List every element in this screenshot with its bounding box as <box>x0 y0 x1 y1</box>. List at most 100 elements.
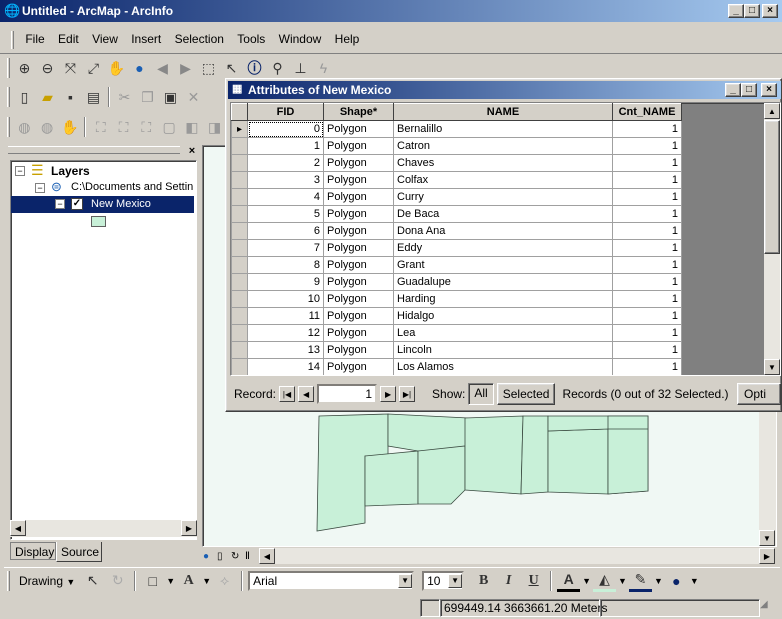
table-row[interactable]: 13 Polygon Lincoln 1 <box>231 341 682 359</box>
shape-cell[interactable]: Polygon <box>323 307 394 325</box>
cnt-name-cell[interactable]: 1 <box>612 171 682 189</box>
toolbar-grip[interactable] <box>7 58 10 78</box>
name-cell[interactable]: Los Alamos <box>393 358 613 375</box>
attributes-scroll-up-icon[interactable]: ▲ <box>764 103 780 119</box>
name-cell[interactable]: Eddy <box>393 239 613 257</box>
cnt-name-cell[interactable]: 1 <box>612 324 682 342</box>
name-cell[interactable]: Lincoln <box>393 341 613 359</box>
attributes-minimize-button[interactable]: _ <box>725 83 741 97</box>
zoom-out-icon[interactable]: ⊖ <box>36 57 59 79</box>
row-selector[interactable] <box>231 239 248 257</box>
font-name-dropdown-icon[interactable]: ▼ <box>398 573 413 588</box>
maximize-button[interactable]: □ <box>744 4 760 18</box>
fid-cell[interactable]: 12 <box>247 324 324 342</box>
map-horizontal-scrollbar[interactable] <box>275 548 759 564</box>
print-icon[interactable]: ▤ <box>82 86 105 108</box>
column-header-fid[interactable]: FID <box>247 103 324 121</box>
resize-grip-icon[interactable]: ◢ <box>760 599 774 617</box>
cnt-name-cell[interactable]: 1 <box>612 358 682 375</box>
column-header-name[interactable]: NAME <box>393 103 613 121</box>
cnt-name-cell[interactable]: 1 <box>612 273 682 291</box>
shape-cell[interactable]: Polygon <box>323 154 394 172</box>
row-selector[interactable] <box>231 307 248 325</box>
table-row[interactable]: 14 Polygon Los Alamos 1 <box>231 358 682 375</box>
row-selector[interactable] <box>231 273 248 291</box>
column-header-shape[interactable]: Shape* <box>323 103 394 121</box>
table-row[interactable]: 1 Polygon Catron 1 <box>231 137 682 155</box>
layer-collapse-icon[interactable]: − <box>55 199 65 209</box>
menu-tools[interactable]: Tools <box>232 30 270 48</box>
hyperlink-lightning-icon[interactable]: ϟ <box>312 57 335 79</box>
show-all-button[interactable]: All <box>468 383 494 405</box>
cnt-name-cell[interactable]: 1 <box>612 307 682 325</box>
italic-button[interactable]: I <box>497 570 520 592</box>
row-selector[interactable] <box>231 222 248 240</box>
select-features-icon[interactable]: ⬚ <box>197 57 220 79</box>
fid-cell[interactable]: 7 <box>247 239 324 257</box>
name-cell[interactable]: De Baca <box>393 205 613 223</box>
menu-edit[interactable]: Edit <box>53 30 84 48</box>
select-elements-icon[interactable]: ↖ <box>220 57 243 79</box>
toc-scroll-left-icon[interactable]: ◀ <box>10 520 26 536</box>
cnt-name-cell[interactable]: 1 <box>612 341 682 359</box>
underline-button[interactable]: U <box>522 570 545 592</box>
shape-cell[interactable]: Polygon <box>323 137 394 155</box>
pause-drawing-icon[interactable]: Ⅱ <box>245 551 259 562</box>
table-row[interactable]: 10 Polygon Harding 1 <box>231 290 682 308</box>
shape-cell[interactable]: Polygon <box>323 205 394 223</box>
menu-insert[interactable]: Insert <box>126 30 166 48</box>
record-number-input[interactable] <box>317 384 378 404</box>
column-header-cnt-name[interactable]: Cnt_NAME <box>612 103 682 121</box>
layout-tool-5-icon[interactable]: ◧ <box>180 116 203 138</box>
table-row[interactable]: 9 Polygon Guadalupe 1 <box>231 273 682 291</box>
cnt-name-cell[interactable]: 1 <box>612 188 682 206</box>
shape-cell[interactable]: Polygon <box>323 341 394 359</box>
fill-color-bucket-icon[interactable]: ◭ <box>593 570 617 592</box>
edit-vertices-icon[interactable]: ⟡ <box>213 570 236 592</box>
layer-name-label[interactable]: New Mexico <box>91 198 151 210</box>
name-cell[interactable]: Dona Ana <box>393 222 613 240</box>
paste-icon[interactable]: ▣ <box>159 86 182 108</box>
line-color-pen-icon[interactable]: ✎ <box>628 570 652 592</box>
attributes-vertical-scrollbar[interactable]: ▲ ▼ <box>764 103 780 375</box>
cnt-name-cell[interactable]: 1 <box>612 120 682 138</box>
row-selector[interactable] <box>231 290 248 308</box>
refresh-view-icon[interactable]: ↻ <box>231 551 245 562</box>
cnt-name-cell[interactable]: 1 <box>612 290 682 308</box>
rotate-icon[interactable]: ↻ <box>106 570 129 592</box>
name-cell[interactable]: Lea <box>393 324 613 342</box>
new-document-icon[interactable]: ▯ <box>13 86 36 108</box>
layers-collapse-icon[interactable]: − <box>15 166 25 176</box>
layers-root-label[interactable]: Layers <box>51 164 90 178</box>
tab-display[interactable]: Display <box>10 542 56 560</box>
table-row[interactable]: 7 Polygon Eddy 1 <box>231 239 682 257</box>
fid-cell[interactable]: 13 <box>247 341 324 359</box>
layout-tool-3-icon[interactable]: ⛶ <box>135 116 158 138</box>
name-cell[interactable]: Colfax <box>393 171 613 189</box>
attributes-close-button[interactable]: × <box>761 83 777 97</box>
zoom-in-icon[interactable]: ⊕ <box>13 57 36 79</box>
toc-grip-bar[interactable] <box>8 146 180 154</box>
cnt-name-cell[interactable]: 1 <box>612 137 682 155</box>
cnt-name-cell[interactable]: 1 <box>612 239 682 257</box>
row-selector[interactable] <box>231 154 248 172</box>
row-selector[interactable] <box>231 341 248 359</box>
row-selector[interactable] <box>231 324 248 342</box>
fid-cell[interactable]: 11 <box>247 307 324 325</box>
shape-cell[interactable]: Polygon <box>323 324 394 342</box>
table-row[interactable]: 12 Polygon Lea 1 <box>231 324 682 342</box>
fid-cell[interactable]: 14 <box>247 358 324 375</box>
tab-source[interactable]: Source <box>56 542 102 562</box>
next-record-icon[interactable]: ▶ <box>380 386 397 402</box>
previous-record-icon[interactable]: ◀ <box>298 386 315 402</box>
cnt-name-cell[interactable]: 1 <box>612 256 682 274</box>
row-selector[interactable] <box>231 188 248 206</box>
row-selector[interactable] <box>231 256 248 274</box>
name-cell[interactable]: Hidalgo <box>393 307 613 325</box>
layout-tool-2-icon[interactable]: ⛶ <box>112 116 135 138</box>
name-cell[interactable]: Catron <box>393 137 613 155</box>
open-folder-icon[interactable]: ▰ <box>36 86 59 108</box>
menu-file[interactable]: File <box>20 30 49 48</box>
shape-cell[interactable]: Polygon <box>323 256 394 274</box>
forward-arrow-icon[interactable]: ▶ <box>174 57 197 79</box>
